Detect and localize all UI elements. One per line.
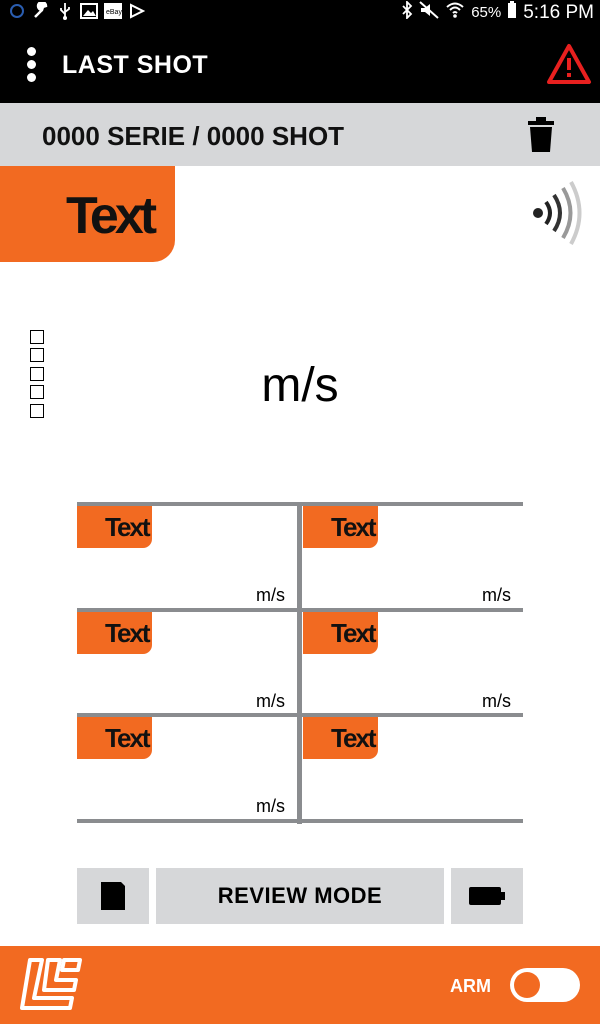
- indicator-box: [30, 330, 44, 344]
- wrench-icon: [32, 2, 50, 20]
- status-bar: eBay 65% 5:16 PM: [0, 0, 600, 25]
- warning-icon[interactable]: [546, 43, 592, 85]
- reading-cell: Text m/s: [77, 612, 297, 712]
- reading-cell-label: Text: [105, 723, 151, 753]
- bluetooth-icon: [401, 0, 413, 24]
- reading-cell-tab: Text: [77, 506, 152, 548]
- page-title: LAST SHOT: [62, 51, 209, 79]
- reading-cell-tab: Text: [303, 506, 378, 548]
- usb-icon: [56, 2, 74, 20]
- reading-cell-unit: m/s: [482, 691, 511, 711]
- footer-bar: ARM: [0, 946, 600, 1024]
- reading-cell-tab: Text: [77, 717, 152, 759]
- trash-icon[interactable]: [528, 117, 554, 153]
- reading-cell-tab: Text: [303, 717, 378, 759]
- review-mode-button[interactable]: REVIEW MODE: [156, 868, 444, 924]
- reading-cell: Text m/s: [77, 506, 297, 606]
- main-reading-label: Text: [66, 187, 157, 245]
- signal-icon[interactable]: [530, 180, 582, 246]
- reading-cell-label: Text: [331, 723, 377, 753]
- arm-label: ARM: [450, 976, 491, 996]
- reading-cell-label: Text: [105, 512, 151, 542]
- mute-icon: [419, 1, 439, 24]
- reading-cell-label: Text: [331, 512, 377, 542]
- sd-card-icon: [101, 882, 125, 910]
- reading-cell-label: Text: [105, 618, 151, 648]
- app-bar: LAST SHOT: [0, 25, 600, 103]
- reading-cell: Text m/s: [77, 717, 297, 817]
- reading-cell-unit: m/s: [256, 691, 285, 711]
- arm-toggle-knob: [514, 972, 540, 998]
- arm-toggle[interactable]: [510, 968, 580, 1002]
- reading-cell-tab: Text: [303, 612, 378, 654]
- serie-shot-counter: 0000 SERIE / 0000 SHOT: [42, 121, 345, 151]
- reading-cell-tab: Text: [77, 612, 152, 654]
- play-icon: [128, 2, 146, 20]
- readings-grid: Text m/s Text m/s Text m/s Text m/s Text…: [77, 502, 523, 824]
- reading-cell-label: Text: [331, 618, 377, 648]
- svg-text:eBay: eBay: [106, 9, 122, 16]
- reading-cell: Text m/s: [303, 506, 523, 606]
- overflow-menu-icon[interactable]: [22, 47, 40, 83]
- wifi-icon: [445, 1, 465, 24]
- brand-logo-icon: [20, 954, 84, 1014]
- sd-card-button[interactable]: [77, 868, 149, 924]
- notification-icon: [8, 2, 26, 20]
- device-battery-button[interactable]: [451, 868, 523, 924]
- clock: 5:16 PM: [523, 1, 594, 23]
- main-reading-tab: Text: [0, 166, 175, 262]
- status-bar-right: 65% 5:16 PM: [401, 0, 594, 25]
- battery-icon: [469, 887, 505, 905]
- ebay-icon: eBay: [104, 2, 122, 20]
- reading-cell: Text m/s: [303, 612, 523, 712]
- status-bar-left: eBay: [8, 2, 146, 20]
- battery-icon: [507, 1, 517, 24]
- reading-cell-unit: m/s: [482, 585, 511, 605]
- reading-cell: Text: [303, 717, 523, 817]
- reading-cell-unit: m/s: [256, 585, 285, 605]
- main-reading-unit: m/s: [261, 359, 339, 412]
- grid-divider: [297, 502, 302, 824]
- reading-cell-unit: m/s: [256, 796, 285, 816]
- battery-percent: 65%: [471, 4, 502, 21]
- image-icon: [80, 2, 98, 20]
- serie-shot-bar: 0000 SERIE / 0000 SHOT: [0, 103, 600, 166]
